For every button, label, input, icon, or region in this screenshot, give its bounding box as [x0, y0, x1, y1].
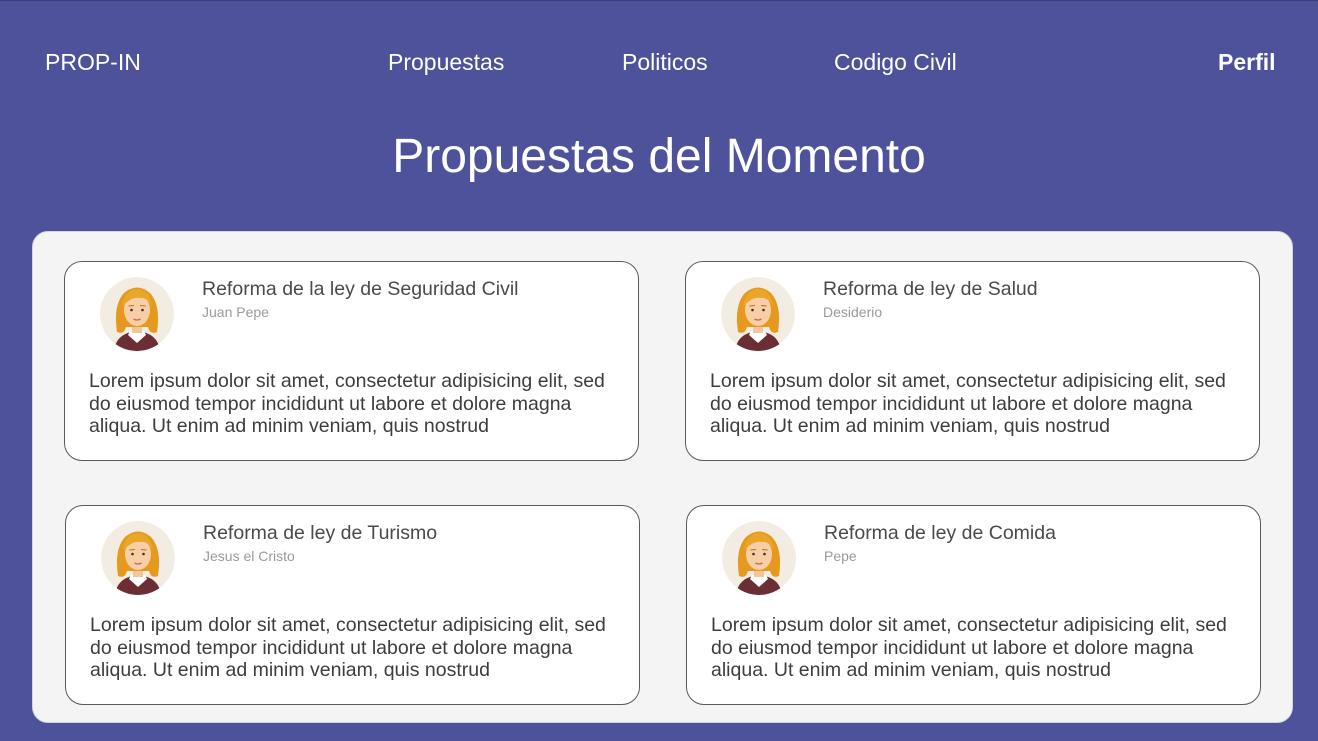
card-author: Pepe: [824, 548, 857, 564]
card-author: Desiderio: [823, 304, 883, 320]
nav-link-politicos[interactable]: Politicos: [622, 47, 708, 77]
woman-avatar-icon: [100, 277, 174, 351]
card-title[interactable]: Reforma de ley de Comida: [824, 521, 1056, 545]
top-nav: PROP-IN Propuestas Politicos Codigo Civi…: [0, 1, 1318, 121]
proposals-panel: Reforma de la ley de Seguridad Civil Jua…: [32, 231, 1293, 723]
card-description: Lorem ipsum dolor sit amet, consectetur …: [710, 370, 1226, 437]
page-title: Propuestas del Momento: [392, 130, 926, 183]
card-title[interactable]: Reforma de la ley de Seguridad Civil: [202, 277, 519, 301]
page: PROP-IN Propuestas Politicos Codigo Civi…: [0, 0, 1318, 741]
woman-avatar-icon: [101, 521, 175, 595]
woman-avatar-icon: [721, 277, 795, 351]
woman-avatar-icon: [722, 521, 796, 595]
card-author: Jesus el Cristo: [203, 548, 295, 564]
proposal-card[interactable]: Reforma de ley de Turismo Jesus el Crist…: [65, 505, 640, 705]
card-description: Lorem ipsum dolor sit amet, consectetur …: [89, 370, 605, 437]
nav-link-propuestas[interactable]: Propuestas: [388, 47, 504, 77]
card-title[interactable]: Reforma de ley de Turismo: [203, 521, 437, 545]
proposal-card[interactable]: Reforma de ley de Comida Pepe Lorem ipsu…: [686, 505, 1261, 705]
nav-link-codigo-civil[interactable]: Codigo Civil: [834, 47, 957, 77]
brand-logo-link[interactable]: PROP-IN: [45, 47, 141, 77]
card-description: Lorem ipsum dolor sit amet, consectetur …: [90, 614, 606, 681]
proposal-card[interactable]: Reforma de ley de Salud Desiderio Lorem …: [685, 261, 1260, 461]
nav-link-perfil[interactable]: Perfil: [1218, 47, 1276, 77]
proposal-card[interactable]: Reforma de la ley de Seguridad Civil Jua…: [64, 261, 639, 461]
card-author: Juan Pepe: [202, 304, 269, 320]
card-title[interactable]: Reforma de ley de Salud: [823, 277, 1038, 301]
card-description: Lorem ipsum dolor sit amet, consectetur …: [711, 614, 1227, 681]
